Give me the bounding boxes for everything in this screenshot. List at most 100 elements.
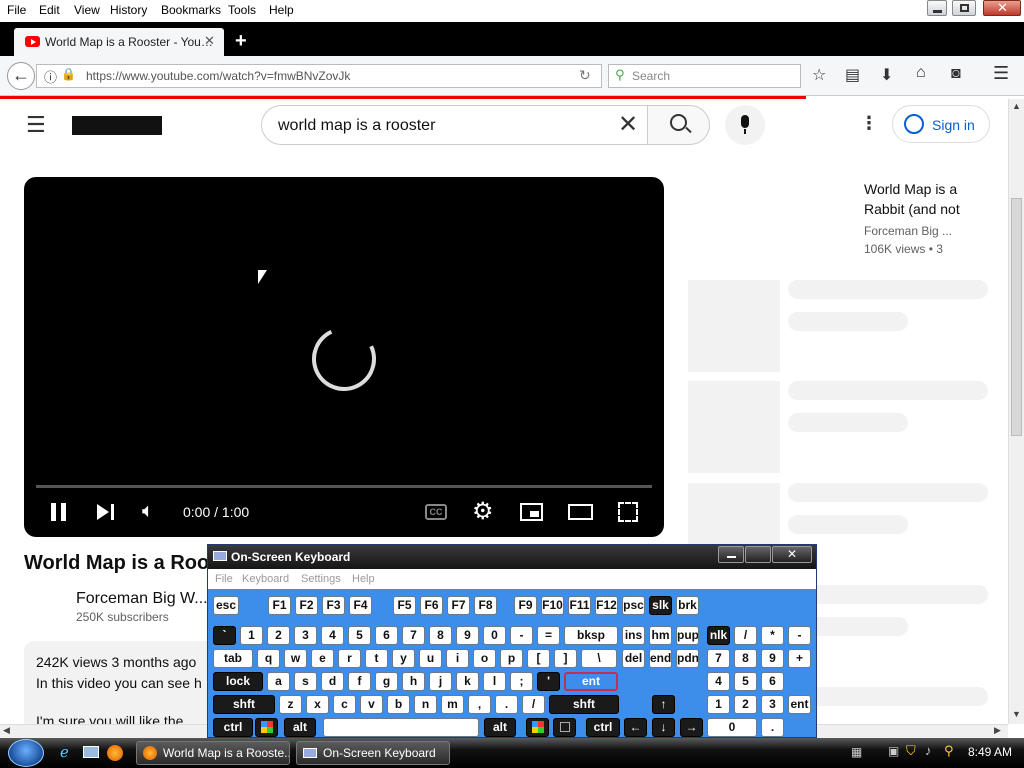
key-quote[interactable]: ' <box>537 672 560 691</box>
vertical-scrollbar[interactable]: ▲ ▼ <box>1008 99 1024 724</box>
key-8[interactable]: 8 <box>429 626 452 645</box>
osk-menu-file[interactable]: File <box>215 573 233 585</box>
key-f10[interactable]: F10 <box>541 596 564 615</box>
key-f5[interactable]: F5 <box>393 596 416 615</box>
key-alt[interactable]: alt <box>484 718 516 737</box>
menu-key[interactable] <box>553 718 576 737</box>
key-f9[interactable]: F9 <box>514 596 537 615</box>
key-4[interactable]: 4 <box>707 672 730 691</box>
bookmark-star-icon[interactable]: ☆ <box>812 65 826 85</box>
key-0[interactable]: 0 <box>483 626 506 645</box>
tray-network-icon[interactable]: ▣ <box>888 744 899 758</box>
minimize-button[interactable] <box>927 0 947 16</box>
tray-speaker-icon[interactable]: ♪ <box>925 743 932 758</box>
close-tab-icon[interactable]: ✕ <box>204 33 215 49</box>
key-hm[interactable]: hm <box>649 626 672 645</box>
menu-bookmarks[interactable]: Bookmarks <box>161 3 221 17</box>
fullscreen-icon[interactable] <box>618 502 638 522</box>
key-alt[interactable]: alt <box>284 718 316 737</box>
menu-edit[interactable]: Edit <box>39 3 60 17</box>
reload-icon[interactable]: ↻ <box>579 67 591 84</box>
key-psc[interactable]: psc <box>622 596 645 615</box>
key-5[interactable]: 5 <box>348 626 371 645</box>
clear-search-icon[interactable]: ✕ <box>618 110 638 139</box>
pocket-icon[interactable]: ◙ <box>951 65 961 83</box>
key-f[interactable]: f <box>348 672 371 691</box>
related-title-line2[interactable]: Rabbit (and not <box>864 199 960 219</box>
key-shft[interactable]: shft <box>549 695 619 714</box>
key-ent[interactable]: ent <box>564 672 618 691</box>
tray-search-icon[interactable]: ⚲ <box>944 743 954 759</box>
key-period[interactable]: . <box>495 695 518 714</box>
key-3[interactable]: 3 <box>294 626 317 645</box>
key-4[interactable]: 4 <box>321 626 344 645</box>
key-f4[interactable]: F4 <box>349 596 372 615</box>
taskbar-item-osk[interactable]: On-Screen Keyboard <box>296 741 450 765</box>
info-icon[interactable]: ⓘ <box>44 67 57 86</box>
youtube-logo[interactable] <box>72 116 162 135</box>
key-8[interactable]: 8 <box>734 649 757 668</box>
clock[interactable]: 8:49 AM <box>968 745 1012 759</box>
key-f12[interactable]: F12 <box>595 596 618 615</box>
key-equals[interactable]: = <box>537 626 560 645</box>
key-esc[interactable]: esc <box>213 596 239 615</box>
key-1[interactable]: 1 <box>240 626 263 645</box>
key-f8[interactable]: F8 <box>474 596 497 615</box>
key-rbracket[interactable]: ] <box>554 649 577 668</box>
windows-key[interactable] <box>526 718 549 737</box>
osk-menu-help[interactable]: Help <box>352 573 375 585</box>
taskbar-item-firefox[interactable]: World Map is a Rooste... <box>136 741 290 765</box>
key-o[interactable]: o <box>473 649 496 668</box>
menu-tools[interactable]: Tools <box>228 3 256 17</box>
menu-help[interactable]: Help <box>269 3 294 17</box>
theater-mode-icon[interactable] <box>568 504 593 520</box>
key-m[interactable]: m <box>441 695 464 714</box>
browser-search-input[interactable]: ⚲ Search <box>608 64 801 88</box>
key-shft[interactable]: shft <box>213 695 275 714</box>
osk-maximize-button[interactable] <box>745 546 771 563</box>
key-9[interactable]: 9 <box>761 649 784 668</box>
volume-icon[interactable]: 🔈︎ <box>142 500 154 523</box>
downloads-icon[interactable]: ⬇ <box>880 65 893 85</box>
key-0[interactable]: 0 <box>707 718 757 737</box>
key-backtick[interactable]: ` <box>213 626 236 645</box>
key-e[interactable]: e <box>311 649 334 668</box>
key-slash[interactable]: / <box>522 695 545 714</box>
key-5[interactable]: 5 <box>734 672 757 691</box>
key-r[interactable]: r <box>338 649 361 668</box>
key-period[interactable]: . <box>761 718 784 737</box>
key-slk[interactable]: slk <box>649 596 672 615</box>
voice-search-button[interactable] <box>725 105 765 145</box>
key-a[interactable]: a <box>267 672 290 691</box>
key-x[interactable]: x <box>306 695 329 714</box>
key-f3[interactable]: F3 <box>322 596 345 615</box>
show-desktop-icon[interactable] <box>83 746 99 758</box>
miniplayer-icon[interactable] <box>520 503 543 521</box>
key-ins[interactable]: ins <box>622 626 645 645</box>
osk-title-bar[interactable]: On-Screen Keyboard ✕ <box>208 545 816 569</box>
settings-gear-icon[interactable]: ⚙ <box>472 497 494 526</box>
key-h[interactable]: h <box>402 672 425 691</box>
key-f6[interactable]: F6 <box>420 596 443 615</box>
key-6[interactable]: 6 <box>761 672 784 691</box>
key-down-arrow[interactable]: ↓ <box>652 718 675 737</box>
key-ctrl[interactable]: ctrl <box>213 718 253 737</box>
firefox-icon[interactable] <box>107 745 123 761</box>
next-icon[interactable] <box>97 504 109 520</box>
video-player[interactable]: 🔈︎ 0:00 / 1:00 CC ⚙ <box>24 177 664 537</box>
key-slash[interactable]: / <box>734 626 757 645</box>
key-brk[interactable]: brk <box>676 596 699 615</box>
key-f11[interactable]: F11 <box>568 596 591 615</box>
internet-explorer-icon[interactable]: ℯ <box>60 743 69 761</box>
tray-keyboard-icon[interactable]: ▦ <box>851 745 862 759</box>
key-l[interactable]: l <box>483 672 506 691</box>
related-title-line1[interactable]: World Map is a <box>864 179 957 199</box>
key-plus[interactable]: + <box>788 649 811 668</box>
key-q[interactable]: q <box>257 649 280 668</box>
osk-menu-settings[interactable]: Settings <box>301 573 341 585</box>
browser-tab[interactable]: World Map is a Rooster - You… ✕ <box>14 28 224 56</box>
spacebar-key[interactable] <box>323 718 479 737</box>
osk-menu-keyboard[interactable]: Keyboard <box>242 573 289 585</box>
key-3[interactable]: 3 <box>761 695 784 714</box>
more-options-icon[interactable]: ⋮ <box>860 113 878 134</box>
